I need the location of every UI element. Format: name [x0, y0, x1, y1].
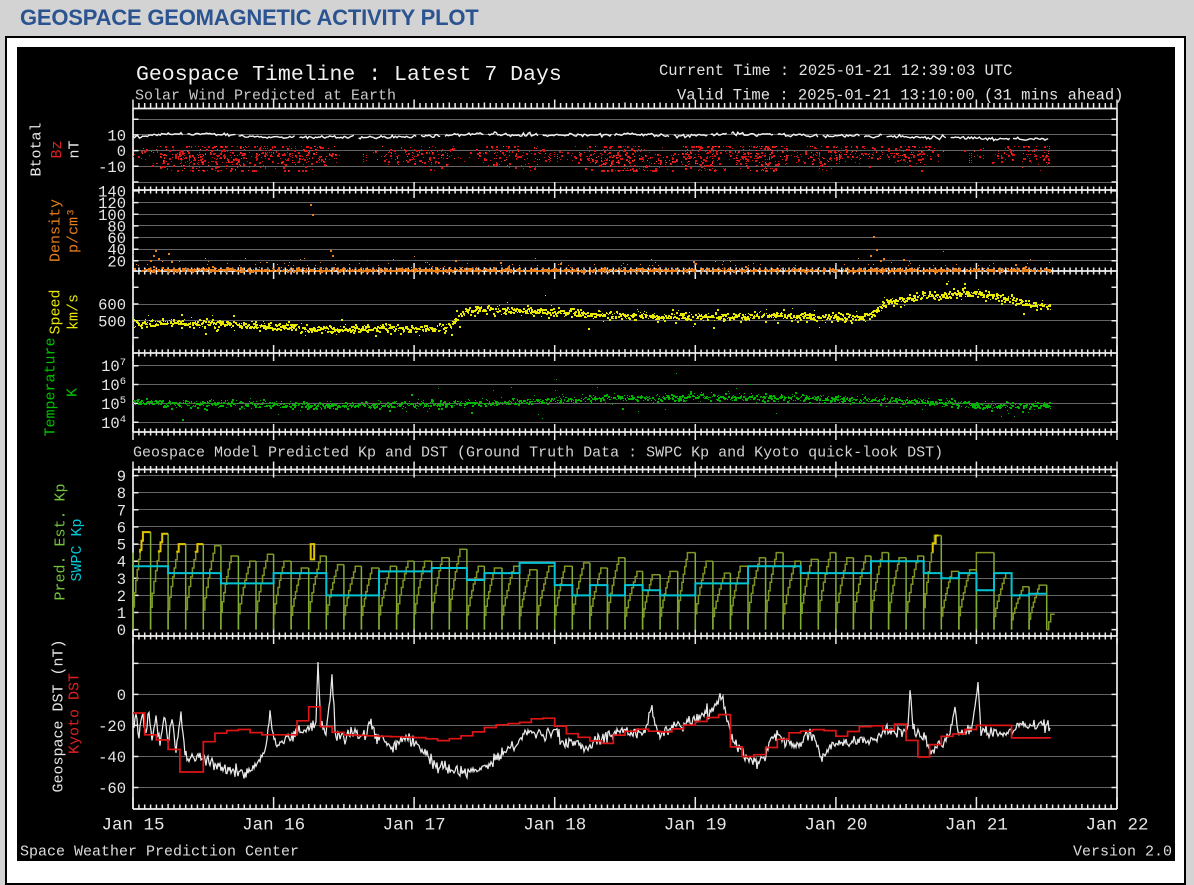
svg-text:-60: -60 — [98, 780, 126, 798]
svg-text:Temperature: Temperature — [43, 337, 60, 436]
svg-text:104: 104 — [101, 414, 126, 433]
svg-text:p/cm³: p/cm³ — [66, 208, 83, 253]
svg-text:Btotal: Btotal — [29, 122, 46, 176]
svg-text:Kyoto DST: Kyoto DST — [67, 673, 84, 754]
svg-text:-40: -40 — [98, 749, 126, 767]
svg-text:107: 107 — [101, 357, 126, 376]
svg-text:8: 8 — [117, 485, 126, 503]
svg-text:20: 20 — [107, 253, 126, 271]
svg-text:0: 0 — [117, 687, 126, 705]
svg-text:Jan 20: Jan 20 — [804, 816, 867, 836]
svg-text:Jan 15: Jan 15 — [101, 816, 164, 836]
svg-text:Jan 17: Jan 17 — [383, 816, 446, 836]
svg-text:SWPC Kp: SWPC Kp — [69, 518, 86, 581]
svg-text:km/s: km/s — [66, 294, 83, 330]
svg-text:0: 0 — [117, 622, 126, 640]
svg-text:Geospace DST (nT): Geospace DST (nT) — [51, 639, 68, 792]
svg-text:1: 1 — [117, 605, 126, 623]
svg-text:Jan 16: Jan 16 — [242, 816, 305, 836]
svg-text:Current Time : 2025-01-21 12:3: Current Time : 2025-01-21 12:39:03 UTC — [659, 62, 1012, 80]
svg-text:Solar Wind Predicted at Earth: Solar Wind Predicted at Earth — [135, 88, 396, 105]
svg-text:Geospace Model Predicted Kp an: Geospace Model Predicted Kp and DST (Gro… — [133, 445, 943, 462]
svg-text:Pred. Est. Kp: Pred. Est. Kp — [53, 483, 70, 600]
svg-text:500: 500 — [98, 313, 126, 331]
svg-text:Jan 18: Jan 18 — [523, 816, 586, 836]
svg-text:4: 4 — [117, 554, 126, 572]
svg-text:6: 6 — [117, 519, 126, 537]
svg-text:2: 2 — [117, 588, 126, 606]
svg-text:K: K — [65, 388, 82, 397]
svg-text:-10: -10 — [98, 159, 126, 177]
svg-text:Space Weather Prediction Cente: Space Weather Prediction Center — [20, 844, 299, 861]
svg-text:Density: Density — [48, 199, 65, 262]
svg-text:3: 3 — [117, 571, 126, 589]
svg-text:-20: -20 — [98, 718, 126, 736]
svg-text:9: 9 — [117, 468, 126, 486]
svg-text:7: 7 — [117, 502, 126, 520]
svg-text:105: 105 — [101, 395, 126, 414]
svg-text:Jan 21: Jan 21 — [945, 816, 1008, 836]
svg-text:Speed: Speed — [48, 289, 65, 334]
svg-text:Jan 22: Jan 22 — [1085, 816, 1148, 836]
svg-text:Version 2.0: Version 2.0 — [1073, 844, 1172, 861]
svg-text:Jan 19: Jan 19 — [664, 816, 727, 836]
svg-text:Bz: Bz — [49, 140, 66, 158]
svg-text:nT: nT — [67, 140, 84, 158]
svg-text:Valid Time : 2025-01-21 13:10:: Valid Time : 2025-01-21 13:10:00 (31 min… — [677, 87, 1123, 105]
svg-text:106: 106 — [101, 376, 126, 395]
svg-text:600: 600 — [98, 297, 126, 315]
svg-text:Geospace Timeline : Latest 7 D: Geospace Timeline : Latest 7 Days — [136, 63, 562, 87]
svg-text:5: 5 — [117, 537, 126, 555]
